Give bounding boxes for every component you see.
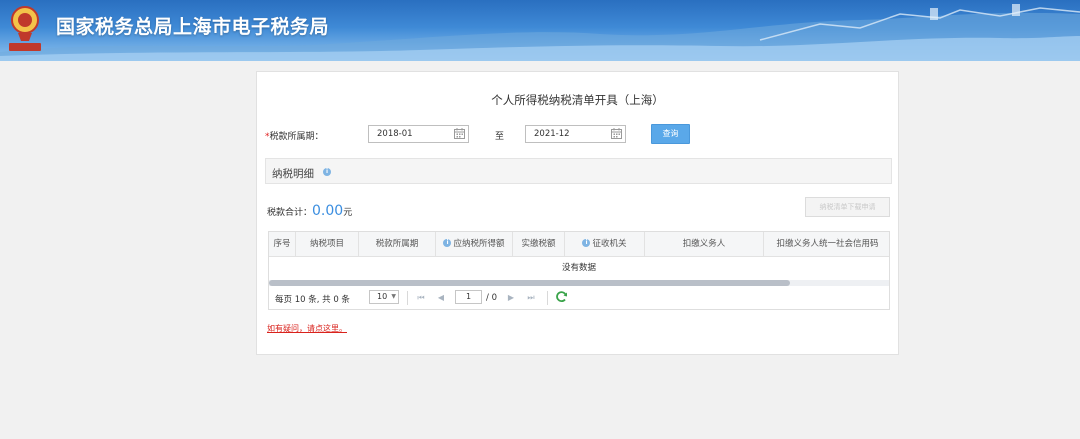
horizontal-scrollbar[interactable] bbox=[269, 280, 889, 286]
column-label: 实缴税额 bbox=[521, 239, 556, 249]
start-date-input[interactable]: 2018-01 bbox=[368, 125, 469, 143]
start-date-value: 2018-01 bbox=[377, 129, 413, 139]
prev-page-icon[interactable]: ◀ bbox=[435, 291, 447, 305]
column-label: 纳税项目 bbox=[309, 239, 344, 249]
column-label: 扣缴义务人 bbox=[682, 239, 726, 249]
details-section-header: 纳税明细 i bbox=[265, 158, 892, 184]
info-icon[interactable]: i bbox=[582, 238, 591, 247]
pager-divider bbox=[407, 291, 408, 305]
column-label: 应纳税所得额 bbox=[453, 239, 505, 249]
column-header-tax-item: 纳税项目 bbox=[296, 232, 359, 256]
empty-row: 没有数据 bbox=[561, 263, 596, 273]
info-icon[interactable]: i bbox=[323, 168, 331, 176]
pagination-bar: 每页 10 条, 共 0 条 10 ▼ ⏮ ◀ 1 / 0 ▶ ⏭ bbox=[269, 287, 889, 309]
details-section-title: 纳税明细 bbox=[272, 168, 314, 180]
calendar-icon[interactable] bbox=[611, 128, 622, 139]
current-page-input[interactable]: 1 bbox=[455, 290, 482, 304]
column-label: 征收机关 bbox=[592, 239, 627, 249]
next-page-icon[interactable]: ▶ bbox=[505, 291, 517, 305]
to-label: 至 bbox=[495, 132, 505, 142]
calendar-icon[interactable] bbox=[454, 128, 465, 139]
pager-divider bbox=[547, 291, 548, 305]
tax-total-label: 税款合计： bbox=[267, 208, 313, 218]
scrollbar-thumb[interactable] bbox=[269, 280, 790, 286]
info-icon[interactable]: i bbox=[443, 238, 452, 247]
table-header: 序号 纳税项目 税款所属期 i 应纳税所得额 实缴税额 i 征收机关 扣缴义务人 扣… bbox=[269, 232, 889, 257]
chevron-down-icon: ▼ bbox=[391, 293, 396, 300]
column-header-agent-credit-code: 扣缴义务人统一社会信用码 bbox=[764, 232, 889, 256]
column-label: 扣缴义务人统一社会信用码 bbox=[776, 239, 879, 249]
column-label: 序号 bbox=[273, 239, 291, 249]
download-request-button[interactable]: 纳税清单下载申请 bbox=[805, 197, 890, 217]
form-title: 个人所得税纳税清单开具（上海） bbox=[491, 93, 664, 107]
column-header-index: 序号 bbox=[269, 232, 296, 256]
column-header-tax-period: 税款所属期 bbox=[359, 232, 436, 256]
column-header-paid-tax: 实缴税额 bbox=[513, 232, 565, 256]
total-pages: / 0 bbox=[486, 293, 497, 303]
period-label-text: 税款所属期： bbox=[269, 132, 324, 142]
page-size-select[interactable]: 10 ▼ bbox=[369, 290, 399, 304]
page-size-value: 10 bbox=[377, 292, 388, 301]
pagination-summary: 每页 10 条, 共 0 条 bbox=[275, 295, 350, 305]
column-label: 税款所属期 bbox=[375, 239, 419, 249]
refresh-icon[interactable] bbox=[556, 291, 568, 303]
tax-details-table: 序号 纳税项目 税款所属期 i 应纳税所得额 实缴税额 i 征收机关 扣缴义务人 扣… bbox=[268, 231, 890, 310]
first-page-icon[interactable]: ⏮ bbox=[415, 291, 427, 305]
column-header-withholding-agent: 扣缴义务人 bbox=[645, 232, 764, 256]
header-banner: 国家税务总局上海市电子税务局 bbox=[0, 0, 1080, 61]
query-button[interactable]: 查询 bbox=[651, 124, 690, 144]
tax-total-unit: 元 bbox=[343, 208, 353, 218]
column-header-taxable-income: i 应纳税所得额 bbox=[436, 232, 513, 256]
tax-list-form-card: 个人所得税纳税清单开具（上海） *税款所属期： 2018-01 至 2021-1… bbox=[256, 71, 899, 355]
site-title: 国家税务总局上海市电子税务局 bbox=[56, 16, 330, 38]
tax-total-value: 0.00 bbox=[312, 203, 344, 219]
end-date-input[interactable]: 2021-12 bbox=[525, 125, 626, 143]
help-link[interactable]: 如有疑问，请点这里。 bbox=[267, 323, 347, 334]
tax-emblem-icon bbox=[9, 6, 41, 51]
tax-total: 税款合计：0.00元 bbox=[267, 203, 352, 219]
column-header-tax-authority: i 征收机关 bbox=[565, 232, 645, 256]
period-label: *税款所属期： bbox=[265, 129, 324, 142]
last-page-icon[interactable]: ⏭ bbox=[525, 291, 537, 305]
end-date-value: 2021-12 bbox=[534, 129, 570, 139]
